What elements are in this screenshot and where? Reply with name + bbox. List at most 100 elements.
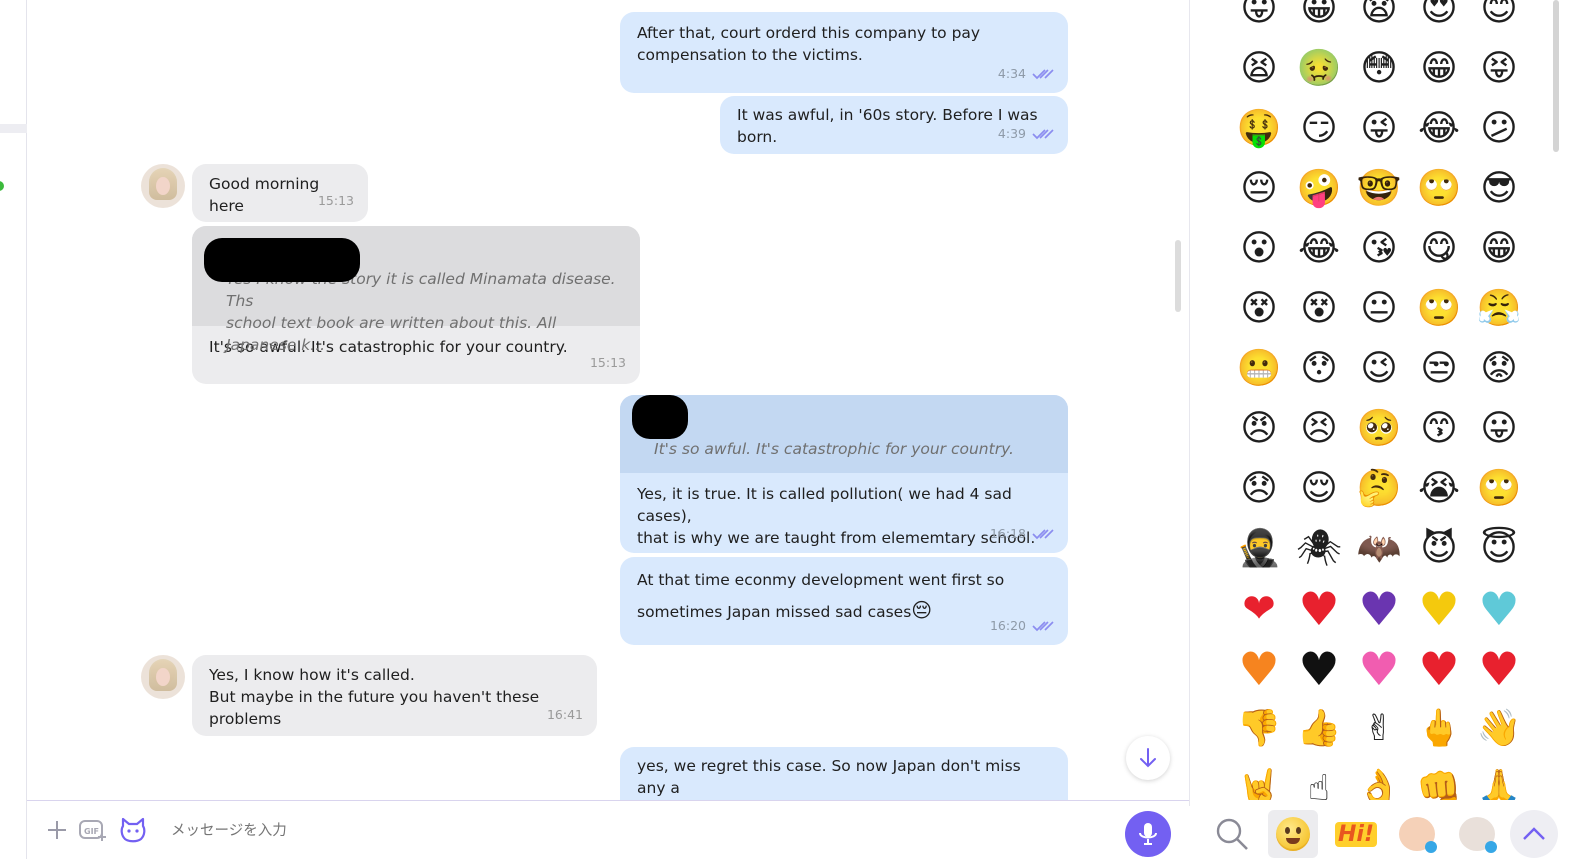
emoji-item[interactable]: 🙄: [1476, 466, 1522, 512]
emoji-item[interactable]: 😧: [1356, 0, 1402, 32]
emoji-item[interactable]: 🦇: [1356, 526, 1402, 572]
gif-button[interactable]: GIF: [78, 815, 108, 845]
emoji-item[interactable]: 😜: [1356, 106, 1402, 152]
emoji-item[interactable]: 😵: [1296, 286, 1342, 332]
emoji-item[interactable]: 😛: [1236, 0, 1282, 32]
emoji-grid[interactable]: 😛 😀 😧 😍 😊 😫 🤢 😳 😁 😝 🤑 😏 😜 😂 😕 😔 🤪 🤓 🙄 😎 😮 😂 😘 😋 😁 😵 😵 😐 🙄 😤 😬 😯 😉 😒 😟 😠 😣 🥺 😙 😛…: [1190, 0, 1572, 800]
emoji-item[interactable]: 😣: [1296, 406, 1342, 452]
hi-sticker-tab[interactable]: Hi!: [1331, 810, 1381, 858]
search-tab[interactable]: [1207, 810, 1257, 858]
emoji-item[interactable]: 😮: [1236, 226, 1282, 272]
message-bubble-outgoing[interactable]: At that time econmy development went fir…: [620, 557, 1068, 645]
emoji-item[interactable]: 😀: [1296, 0, 1342, 32]
message-composer[interactable]: GIF: [27, 800, 1189, 859]
message-input[interactable]: [171, 817, 1071, 845]
emoji-item[interactable]: 🙏: [1476, 766, 1522, 800]
emoji-item[interactable]: 😙: [1416, 406, 1462, 452]
emoji-item[interactable]: 😌: [1296, 466, 1342, 512]
emoji-item[interactable]: ❤: [1236, 586, 1282, 632]
emoji-item[interactable]: 🤪: [1296, 166, 1342, 212]
emoji-item[interactable]: 🤔: [1356, 466, 1402, 512]
emoji-item[interactable]: 😂: [1296, 226, 1342, 272]
emoji-item[interactable]: 😒: [1416, 346, 1462, 392]
emoji-item[interactable]: 👋: [1476, 706, 1522, 752]
emoji-item[interactable]: 😯: [1296, 346, 1342, 392]
quoted-message[interactable]: Yes I know the story it is called Minama…: [192, 226, 640, 354]
emoji-item[interactable]: 😳: [1356, 46, 1402, 92]
emoji-item[interactable]: ♥: [1296, 646, 1342, 692]
emoji-item[interactable]: 😏: [1296, 106, 1342, 152]
chat-scrollbar[interactable]: [1175, 240, 1181, 312]
emoji-item[interactable]: ♥: [1416, 586, 1462, 632]
emoji-item[interactable]: 😝: [1476, 46, 1522, 92]
emoji-panel-tabs[interactable]: Hi!: [1189, 806, 1572, 859]
expand-tab[interactable]: [1510, 810, 1558, 858]
emoji-item[interactable]: 😕: [1476, 106, 1522, 152]
emoji-item[interactable]: 😔: [1236, 166, 1282, 212]
message-bubble-incoming[interactable]: Good morning here 15:13: [192, 164, 368, 222]
emoji-item[interactable]: 😞: [1236, 466, 1282, 512]
emoji-item[interactable]: ♥: [1356, 646, 1402, 692]
emoji-item[interactable]: ♥: [1296, 586, 1342, 632]
emoji-item[interactable]: ✌: [1356, 706, 1402, 752]
emoji-item[interactable]: 😛: [1476, 406, 1522, 452]
emoji-item[interactable]: 👊: [1416, 766, 1462, 800]
emoji-item[interactable]: 👌: [1356, 766, 1402, 800]
message-bubble-outgoing[interactable]: It was awful, in '60s story. Before I wa…: [720, 96, 1068, 154]
message-bubble-outgoing[interactable]: yes, we regret this case. So now Japan d…: [620, 747, 1068, 800]
message-bubble-outgoing[interactable]: After that, court orderd this company to…: [620, 12, 1068, 93]
emoji-item[interactable]: 🥺: [1356, 406, 1402, 452]
emoji-item[interactable]: ♥: [1416, 646, 1462, 692]
emoji-item[interactable]: 🖕: [1416, 706, 1462, 752]
emoji-item[interactable]: ♥: [1476, 586, 1522, 632]
scroll-to-bottom-button[interactable]: [1126, 736, 1170, 780]
sticker-pack-tab[interactable]: [1392, 810, 1442, 858]
emoji-item[interactable]: 😉: [1356, 346, 1402, 392]
emoji-item[interactable]: 🤓: [1356, 166, 1402, 212]
emoji-item[interactable]: 👍: [1296, 706, 1342, 752]
emoji-item[interactable]: 😇: [1476, 526, 1522, 572]
emoji-item[interactable]: 😵: [1236, 286, 1282, 332]
emoji-tab[interactable]: [1268, 810, 1318, 858]
emoji-item[interactable]: 😤: [1476, 286, 1522, 332]
sticker-pack-2-tab[interactable]: [1452, 810, 1502, 858]
emoji-item[interactable]: ☝: [1296, 766, 1342, 800]
emoji-item[interactable]: 😁: [1476, 226, 1522, 272]
conversation-pane[interactable]: After that, court orderd this company to…: [27, 0, 1189, 800]
emoji-item[interactable]: 😂: [1416, 106, 1462, 152]
emoji-item[interactable]: 🙄: [1416, 166, 1462, 212]
emoji-item[interactable]: 🤘: [1236, 766, 1282, 800]
emoji-item[interactable]: 👎: [1236, 706, 1282, 752]
emoji-item[interactable]: 🕷: [1296, 526, 1342, 572]
emoji-item[interactable]: 🤢: [1296, 46, 1342, 92]
quoted-message[interactable]: It's so awful. It's catastrophic for you…: [620, 395, 1068, 473]
emoji-item[interactable]: ♥: [1476, 646, 1522, 692]
message-bubble-outgoing-reply[interactable]: It's so awful. It's catastrophic for you…: [620, 395, 1068, 553]
attach-button[interactable]: [42, 815, 72, 845]
emoji-item[interactable]: 😠: [1236, 406, 1282, 452]
message-bubble-incoming[interactable]: Yes, I know how it's called. But maybe i…: [192, 655, 597, 736]
emoji-item[interactable]: 🥷: [1236, 526, 1282, 572]
emoji-panel[interactable]: 😛 😀 😧 😍 😊 😫 🤢 😳 😁 😝 🤑 😏 😜 😂 😕 😔 🤪 🤓 🙄 😎 😮 😂 😘 😋 😁 😵 😵 😐 🙄 😤 😬 😯 😉 😒 😟 😠 😣 🥺 😙 😛…: [1189, 0, 1572, 859]
emoji-item[interactable]: 😭: [1416, 466, 1462, 512]
emoji-item[interactable]: 🙄: [1416, 286, 1462, 332]
contact-avatar[interactable]: [141, 164, 185, 208]
emoji-panel-scrollbar[interactable]: [1553, 0, 1559, 152]
emoji-item[interactable]: ♥: [1356, 586, 1402, 632]
emoji-item[interactable]: 😈: [1416, 526, 1462, 572]
emoji-item[interactable]: 🤑: [1236, 106, 1282, 152]
emoji-item[interactable]: 😟: [1476, 346, 1522, 392]
emoji-item[interactable]: 😘: [1356, 226, 1402, 272]
emoji-item[interactable]: 😎: [1476, 166, 1522, 212]
emoji-item[interactable]: 😫: [1236, 46, 1282, 92]
emoji-item[interactable]: ♥: [1236, 646, 1282, 692]
sticker-button[interactable]: [118, 815, 148, 845]
message-bubble-incoming-reply[interactable]: Yes I know the story it is called Minama…: [192, 226, 640, 384]
emoji-item[interactable]: 😐: [1356, 286, 1402, 332]
contact-avatar[interactable]: [141, 655, 185, 699]
voice-message-button[interactable]: [1125, 811, 1171, 857]
emoji-item[interactable]: 😍: [1416, 0, 1462, 32]
emoji-item[interactable]: 😋: [1416, 226, 1462, 272]
emoji-item[interactable]: 😁: [1416, 46, 1462, 92]
emoji-item[interactable]: 😊: [1476, 0, 1522, 32]
